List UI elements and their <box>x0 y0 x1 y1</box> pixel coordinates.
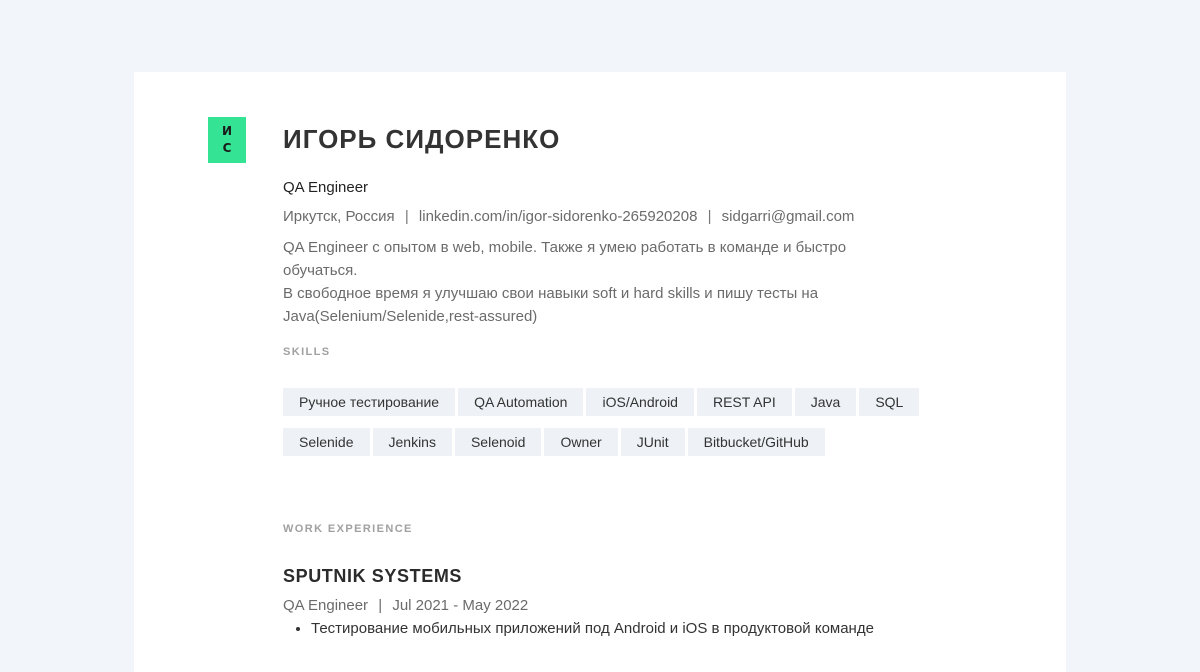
initial-last: С <box>222 141 232 155</box>
resume-sheet: И С ИГОРЬ СИДОРЕНКО QA Engineer Иркутск,… <box>134 72 1066 672</box>
initial-first: И <box>221 124 233 138</box>
skill-chip: REST API <box>696 388 792 416</box>
skills-heading: SKILLS <box>283 346 331 358</box>
contact-separator: | <box>707 208 712 225</box>
skills-list: Ручное тестирование QA Automation iOS/An… <box>283 388 923 456</box>
skill-chip: JUnit <box>620 428 685 456</box>
skill-chip: Owner <box>544 428 618 456</box>
initials-badge: И С <box>208 117 246 163</box>
summary-line: Java(Selenium/Selenide,rest-assured) <box>283 308 538 325</box>
contact-location: Иркутск, Россия <box>283 208 395 225</box>
candidate-title: QA Engineer <box>283 179 369 196</box>
skill-chip: Jenkins <box>372 428 452 456</box>
job-role-line: QA Engineer | Jul 2021 - May 2022 <box>283 597 528 614</box>
job-period: Jul 2021 - May 2022 <box>392 597 529 614</box>
contact-linkedin[interactable]: linkedin.com/in/igor-sidorenko-265920208 <box>419 208 698 225</box>
contact-separator: | <box>404 208 409 225</box>
skill-chip: Ручное тестирование <box>283 388 456 416</box>
job-bullets: Тестирование мобильных приложений под An… <box>283 620 874 637</box>
role-separator: | <box>378 597 383 614</box>
skill-chip: Bitbucket/GitHub <box>687 428 825 456</box>
summary-line: QA Engineer с опытом в web, mobile. Такж… <box>283 239 847 279</box>
job-role: QA Engineer <box>283 597 369 614</box>
job-bullet: Тестирование мобильных приложений под An… <box>311 620 874 637</box>
skill-chip: Selenoid <box>454 428 542 456</box>
summary: QA Engineer с опытом в web, mobile. Такж… <box>283 236 923 328</box>
contact-line: Иркутск, Россия | linkedin.com/in/igor-s… <box>283 208 854 225</box>
skill-chip: QA Automation <box>458 388 584 416</box>
work-experience-heading: WORK EXPERIENCE <box>283 523 413 535</box>
contact-email[interactable]: sidgarri@gmail.com <box>722 208 855 225</box>
skill-chip: Selenide <box>283 428 370 456</box>
company-name: SPUTNIK SYSTEMS <box>283 566 463 586</box>
candidate-name: ИГОРЬ СИДОРЕНКО <box>283 124 561 154</box>
summary-line: В свободное время я улучшаю свои навыки … <box>283 285 819 302</box>
skill-chip: Java <box>794 388 857 416</box>
skill-chip: SQL <box>859 388 920 416</box>
skill-chip: iOS/Android <box>586 388 694 416</box>
